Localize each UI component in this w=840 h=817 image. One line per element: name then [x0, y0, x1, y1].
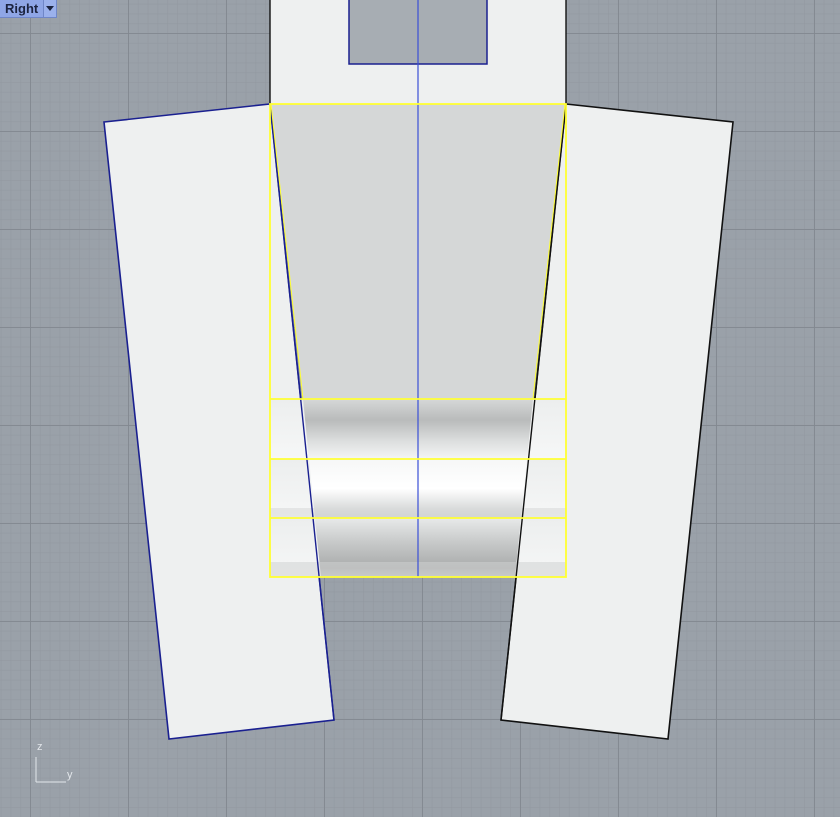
viewport-right[interactable]: z y Right: [0, 0, 840, 817]
chevron-down-icon: [46, 5, 55, 11]
axis-indicator-icon: [35, 757, 66, 783]
model-scene[interactable]: [0, 0, 840, 817]
viewport-title-tab[interactable]: Right: [0, 0, 58, 18]
viewport-menu-button[interactable]: [43, 0, 57, 17]
axis-label-y: y: [67, 769, 73, 781]
axis-label-z: z: [37, 741, 43, 753]
viewport-title[interactable]: Right: [0, 0, 43, 17]
